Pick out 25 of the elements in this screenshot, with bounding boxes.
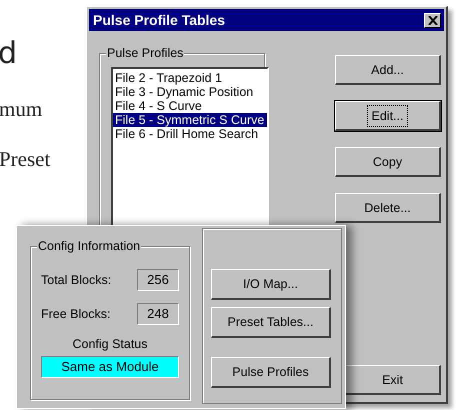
list-item[interactable]: File 2 - Trapezoid 1 — [113, 71, 267, 85]
list-item[interactable]: File 4 - S Curve — [113, 99, 267, 113]
field-label: Total Blocks: — [41, 273, 112, 287]
dialog-button[interactable]: Add... — [335, 55, 441, 85]
value-field: 256 — [137, 269, 179, 291]
dialog-button[interactable]: Delete... — [335, 193, 441, 223]
list-item[interactable]: File 6 - Drill Home Search — [113, 127, 267, 141]
exit-button[interactable]: Exit — [345, 365, 441, 395]
status-label: Config Status — [71, 337, 149, 351]
group-label: Pulse Profiles — [106, 46, 184, 60]
heading-text: d — [0, 36, 18, 72]
panel-button[interactable]: Preset Tables... — [211, 307, 331, 338]
close-icon — [428, 16, 438, 24]
list-item[interactable]: File 5 - Symmetric S Curve — [113, 113, 267, 127]
panel-button[interactable]: I/O Map... — [211, 269, 331, 300]
dialog-button[interactable]: Edit... — [335, 101, 441, 131]
group-label: Config Information — [37, 239, 142, 253]
window-title: Pulse Profile Tables — [93, 12, 226, 28]
panel-button[interactable]: Pulse Profiles — [211, 357, 331, 388]
value-field: 248 — [137, 303, 179, 325]
list-item[interactable]: File 3 - Dynamic Position — [113, 85, 267, 99]
status-field: Same as Module — [41, 356, 179, 378]
field-label: Free Blocks: — [41, 307, 110, 321]
close-button[interactable] — [424, 12, 441, 28]
dialog-button[interactable]: Copy — [335, 147, 441, 177]
